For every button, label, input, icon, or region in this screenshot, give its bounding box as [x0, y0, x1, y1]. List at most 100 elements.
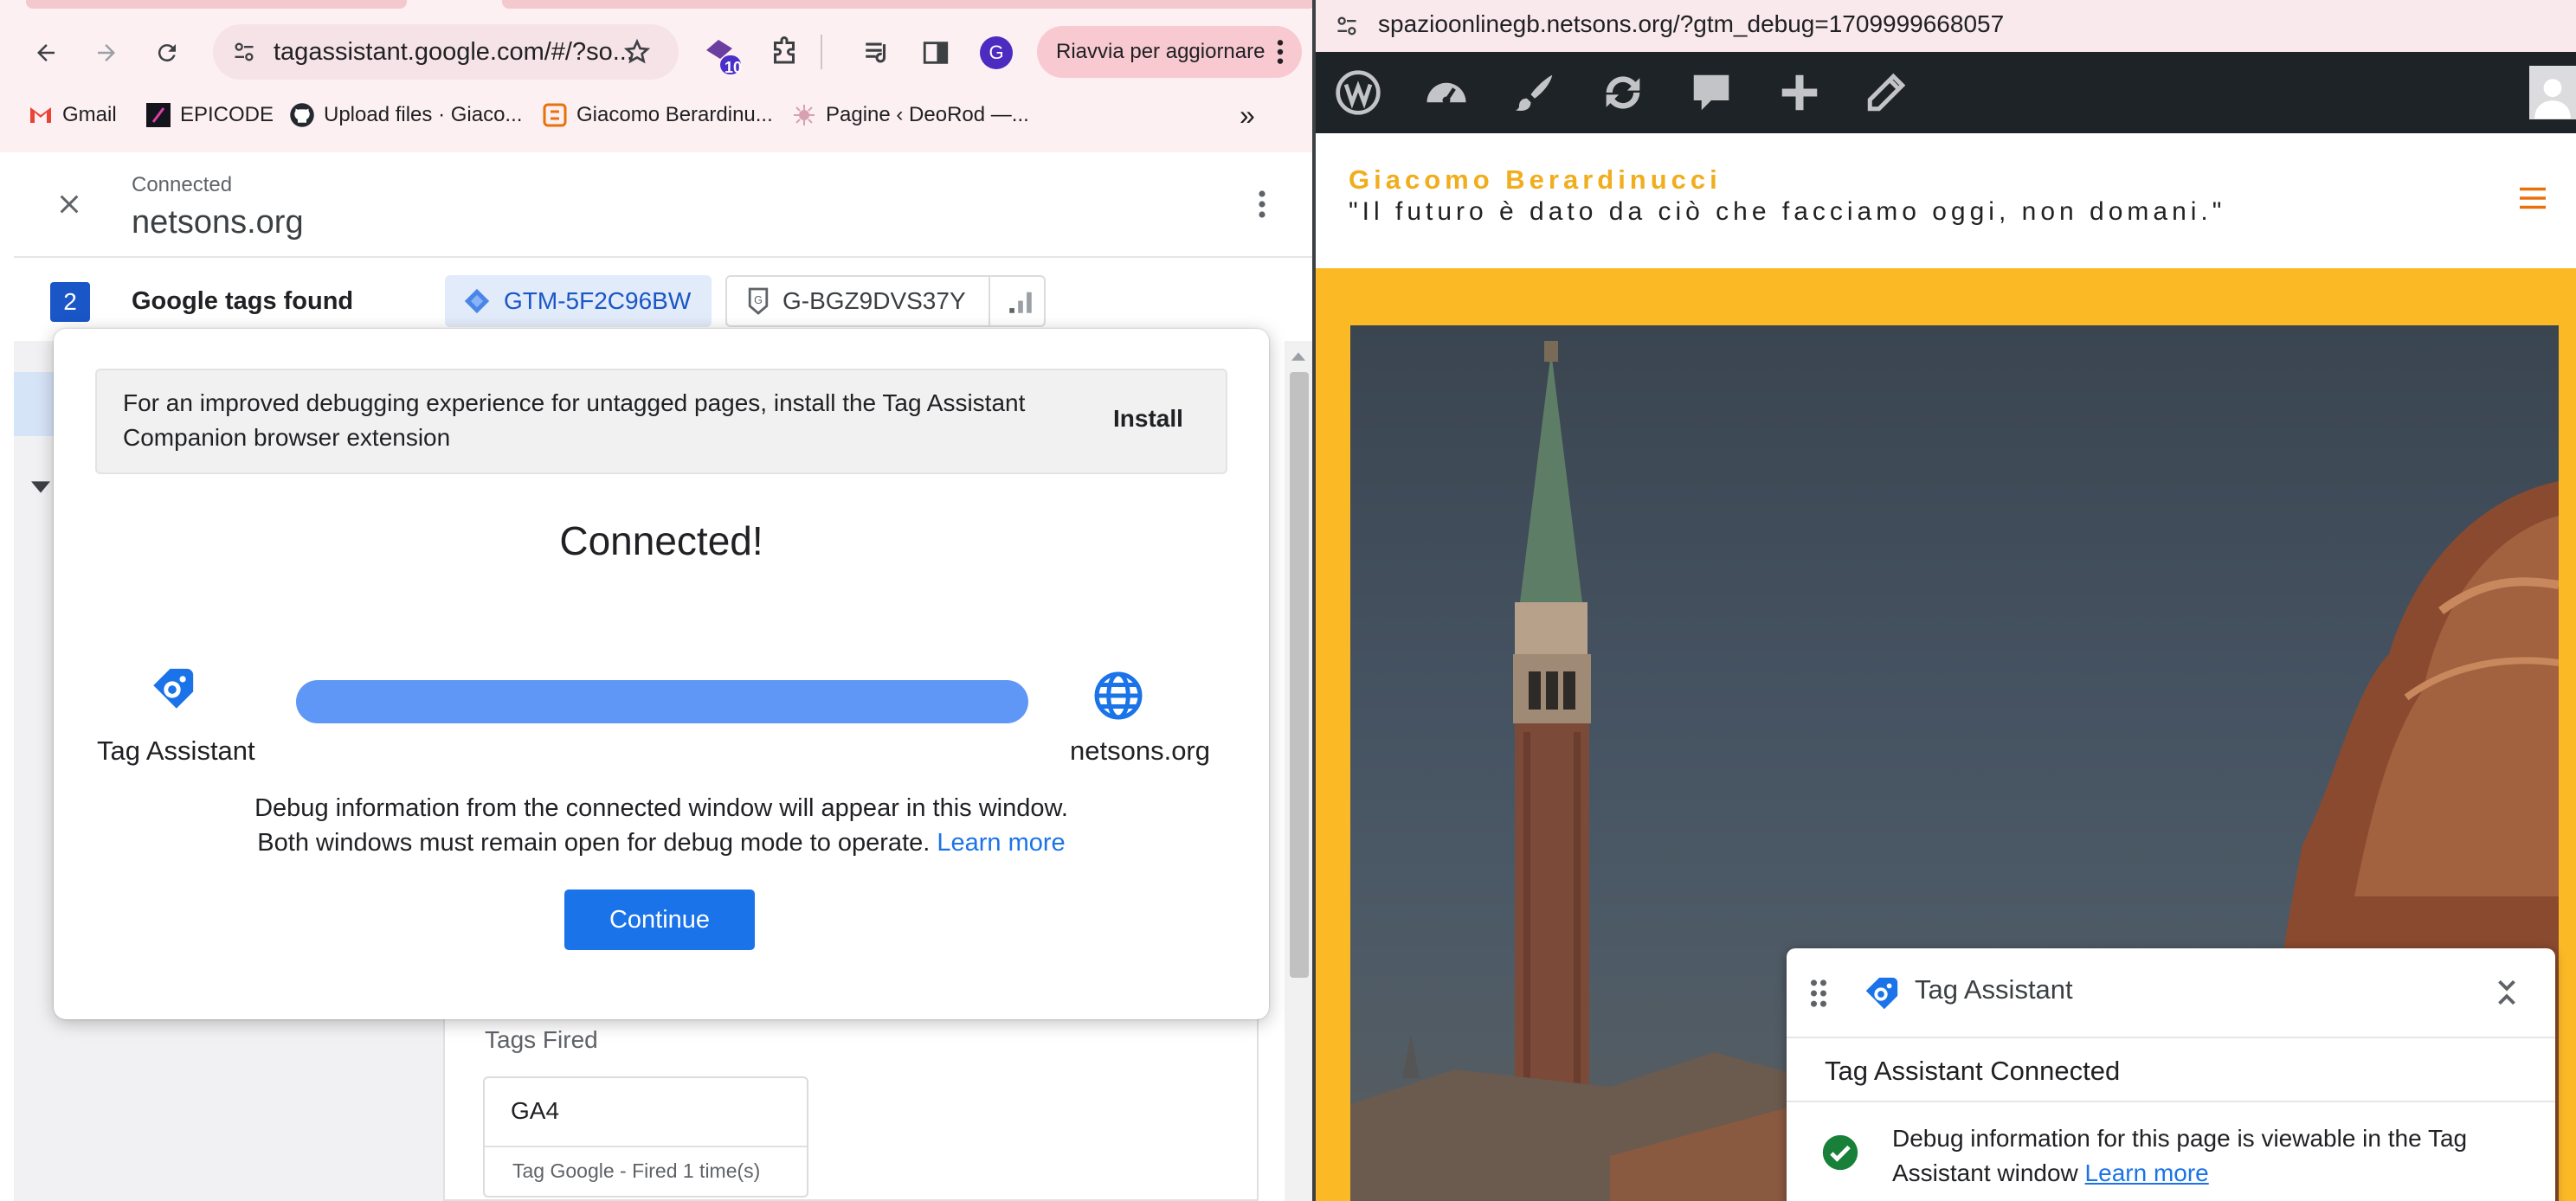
arrow-left-icon — [37, 44, 55, 61]
tag-chip-ga4[interactable]: G G-BGZ9DVS37Y — [725, 275, 1046, 327]
banner-text: For an improved debugging experience for… — [123, 389, 1026, 451]
wordpress-logo-button[interactable] — [1331, 66, 1385, 119]
user-avatar[interactable] — [2529, 66, 2576, 119]
collapse-icon[interactable] — [2495, 978, 2519, 1007]
comments-button[interactable] — [1684, 66, 1738, 119]
chip-divider — [989, 277, 990, 325]
bookmark-site[interactable]: Giacomo Berardinu... — [542, 100, 773, 130]
tag-assistant-header: Connected netsons.org — [14, 154, 1312, 258]
hamburger-menu-icon[interactable] — [2517, 185, 2548, 211]
sidebar-selected-item[interactable] — [14, 372, 57, 436]
card-divider — [485, 1146, 807, 1147]
back-button[interactable] — [23, 29, 69, 76]
updates-button[interactable] — [1596, 66, 1650, 119]
widget-divider — [1787, 1101, 2555, 1102]
website-window: spazioonlinegb.netsons.org/?gtm_debug=17… — [1316, 0, 2576, 1201]
profile-avatar[interactable]: G — [980, 36, 1013, 69]
dialog-title: Connected! — [559, 518, 763, 563]
tag-assistant-window: tagassistant.google.com/#/?so... 10 G Ri… — [0, 0, 1312, 1201]
plus-icon — [1781, 74, 1818, 111]
bookmark-epicode[interactable]: EPICODE — [145, 100, 274, 130]
browser-tab[interactable] — [26, 0, 407, 9]
bookmark-github[interactable]: Upload files · Giaco... — [289, 100, 522, 130]
bookmark-label: Upload files · Giaco... — [324, 103, 523, 126]
extensions-puzzle-icon[interactable] — [769, 36, 800, 67]
gmail-icon — [28, 102, 54, 128]
learn-more-link[interactable]: Learn more — [937, 829, 1065, 857]
forward-button[interactable] — [83, 29, 130, 76]
url-text: spazioonlinegb.netsons.org/?gtm_debug=17… — [1378, 10, 2005, 37]
site-settings-icon[interactable] — [1335, 14, 1359, 38]
widget-header: Tag Assistant — [1787, 948, 2555, 1038]
caret-down-icon[interactable] — [31, 481, 50, 493]
site-settings-icon[interactable] — [232, 40, 256, 64]
bookmark-deorod[interactable]: Pagine ‹ DeoRod —... — [791, 100, 1029, 130]
menu-kebab-icon — [1277, 40, 1284, 64]
github-icon — [289, 102, 315, 128]
updates-refresh-icon — [1606, 76, 1640, 109]
install-button[interactable]: Install — [1113, 405, 1183, 433]
bookmark-label: EPICODE — [180, 103, 274, 126]
fired-tag-name: GA4 — [511, 1097, 560, 1124]
pencil-icon — [1867, 73, 1906, 112]
tag-extension-button[interactable]: 10 — [701, 35, 743, 76]
url-text: tagassistant.google.com/#/?so... — [274, 38, 634, 66]
widget-message: Debug information for this page is viewa… — [1892, 1121, 2533, 1191]
site-icon — [542, 102, 568, 128]
browser-tab[interactable] — [502, 0, 1312, 9]
close-icon[interactable] — [55, 190, 83, 218]
bookmark-label: Giacomo Berardinu... — [576, 103, 773, 126]
scrollbar-thumb[interactable] — [1290, 372, 1309, 978]
site-title[interactable]: Giacomo Berardinucci — [1349, 164, 1722, 196]
connection-status: Connected — [132, 173, 233, 196]
dashboard-button[interactable] — [1420, 66, 1473, 119]
user-silhouette-icon — [2534, 79, 2571, 119]
debug-info-text: Debug information from the connected win… — [54, 791, 1269, 860]
dashboard-gauge-icon — [1426, 82, 1466, 105]
more-vert-icon[interactable] — [1257, 189, 1267, 220]
edit-page-button[interactable] — [1859, 66, 1913, 119]
tag-assistant-widget: Tag Assistant Tag Assistant Connected De… — [1787, 948, 2555, 1201]
site-tagline: "Il futuro è dato da ciò che facciamo og… — [1349, 197, 2226, 226]
tag-id: G-BGZ9DVS37Y — [782, 287, 966, 314]
new-content-button[interactable] — [1773, 66, 1826, 119]
debug-info-line-2: Both windows must remain open for debug … — [54, 825, 1269, 860]
check-circle-icon — [1822, 1134, 1858, 1171]
side-panel-icon[interactable] — [921, 38, 950, 67]
deorod-icon — [791, 102, 817, 128]
bookmark-gmail[interactable]: Gmail — [28, 100, 117, 130]
tag-chip-gtm[interactable]: GTM-5F2C96BW — [445, 275, 712, 327]
tag-id: GTM-5F2C96BW — [504, 287, 692, 314]
fired-tag-detail: Tag Google - Fired 1 time(s) — [512, 1159, 761, 1182]
wordpress-logo-icon — [1336, 70, 1381, 115]
reading-list-icon[interactable] — [862, 38, 892, 67]
customize-button[interactable] — [1508, 66, 1562, 119]
debug-info-line: Both windows must remain open for debug … — [257, 829, 931, 857]
tag-assistant-label: Tag Assistant — [97, 735, 255, 766]
address-bar[interactable]: tagassistant.google.com/#/?so... — [213, 24, 679, 80]
bookmarks-overflow-button[interactable]: » — [1240, 100, 1255, 131]
gtm-diamond-icon — [464, 288, 490, 314]
extension-badge-count: 10 — [724, 59, 743, 76]
drag-handle-icon[interactable] — [1809, 978, 1828, 1009]
star-icon[interactable] — [623, 38, 651, 66]
continue-button[interactable]: Continue — [564, 890, 755, 950]
widget-title: Tag Assistant — [1915, 974, 2073, 1005]
address-bar[interactable]: spazioonlinegb.netsons.org/?gtm_debug=17… — [1316, 0, 2576, 52]
epicode-icon — [145, 102, 171, 128]
tags-count-badge: 2 — [50, 282, 90, 322]
wordpress-admin-bar — [1316, 52, 2576, 133]
update-button[interactable]: Riavvia per aggiornare — [1037, 26, 1302, 78]
tags-found-label: Google tags found — [132, 287, 354, 315]
browser-toolbar: tagassistant.google.com/#/?so... 10 G Ri… — [0, 0, 1312, 152]
toolbar-divider — [821, 35, 822, 69]
fired-tag-card[interactable]: GA4 Tag Google - Fired 1 time(s) — [483, 1076, 808, 1198]
reload-button[interactable] — [144, 29, 190, 76]
bookmark-label: Pagine ‹ DeoRod —... — [826, 103, 1029, 126]
tag-assistant-logo-icon — [153, 668, 194, 709]
comment-bubble-icon — [1693, 74, 1729, 111]
tag-assistant-logo-icon — [1865, 977, 1898, 1010]
domain-label: netsons.org — [1070, 735, 1210, 766]
scroll-up-arrow-icon[interactable] — [1291, 351, 1305, 362]
widget-learn-more-link[interactable]: Learn more — [2085, 1159, 2209, 1186]
